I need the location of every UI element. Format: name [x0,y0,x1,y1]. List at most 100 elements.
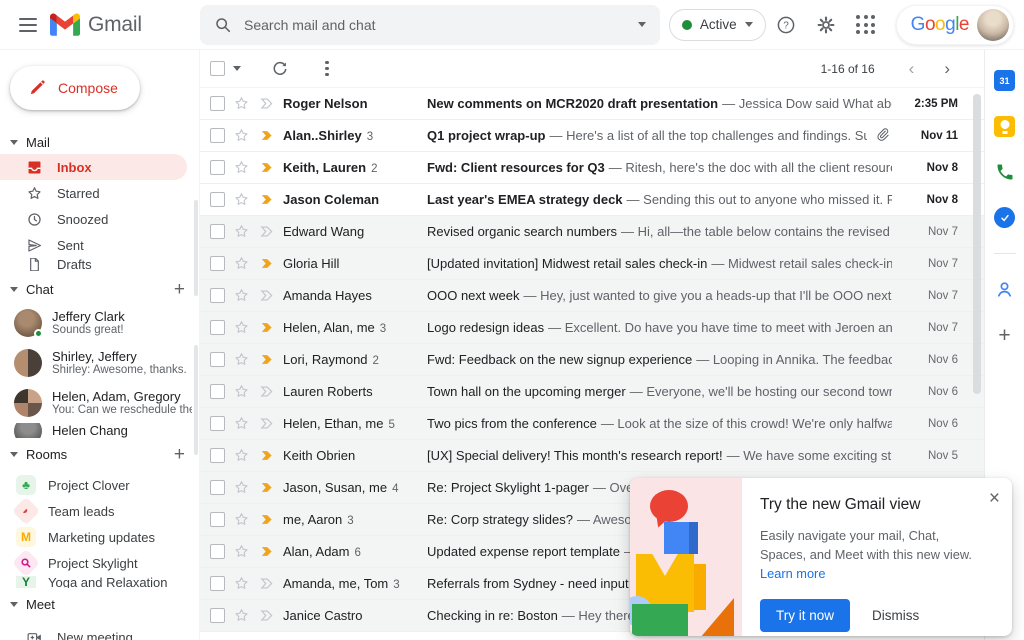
importance-icon[interactable] [258,95,275,112]
importance-icon[interactable] [258,415,275,432]
close-icon[interactable]: × [989,488,1000,510]
sidebar-item-sent[interactable]: Sent [0,232,187,258]
email-checkbox[interactable] [210,96,225,111]
meet-section-header[interactable]: Meet [0,592,199,616]
importance-icon[interactable] [258,287,275,304]
tasks-icon[interactable] [994,207,1015,228]
star-icon[interactable] [233,383,250,400]
importance-icon[interactable] [258,223,275,240]
add-room-button[interactable]: + [174,445,185,464]
dismiss-button[interactable]: Dismiss [872,608,919,623]
older-page-button[interactable]: › [934,60,960,77]
star-icon[interactable] [233,479,250,496]
email-checkbox[interactable] [210,160,225,175]
settings-button[interactable] [806,5,846,45]
email-row[interactable]: Keith, Lauren2 Fwd: Client resources for… [200,152,984,184]
email-checkbox[interactable] [210,384,225,399]
email-row[interactable]: Helen, Alan, me3 Logo redesign ideas— Ex… [200,312,984,344]
email-row[interactable]: Jason Coleman Last year's EMEA strategy … [200,184,984,216]
star-icon[interactable] [233,415,250,432]
hamburger-menu-button[interactable] [8,5,48,45]
select-caret-icon[interactable] [233,66,241,71]
email-checkbox[interactable] [210,352,225,367]
email-row[interactable]: Keith Obrien [UX] Special delivery! This… [200,440,984,472]
email-checkbox[interactable] [210,320,225,335]
star-icon[interactable] [233,447,250,464]
chat-section-header[interactable]: Chat + [0,277,199,301]
star-icon[interactable] [233,575,250,592]
email-row[interactable]: Helen, Ethan, me5 Two pics from the conf… [200,408,984,440]
email-row[interactable]: Roger Nelson New comments on MCR2020 dra… [200,88,984,120]
compose-button[interactable]: Compose [10,66,140,110]
phone-icon[interactable] [995,162,1015,182]
email-checkbox[interactable] [210,128,225,143]
email-checkbox[interactable] [210,448,225,463]
status-selector[interactable]: Active [669,9,766,41]
email-row[interactable]: Alan..Shirley3 Q1 project wrap-up— Here'… [200,120,984,152]
star-icon[interactable] [233,543,250,560]
search-input[interactable] [244,17,626,33]
star-icon[interactable] [233,287,250,304]
more-options-button[interactable] [319,61,335,77]
email-checkbox[interactable] [210,256,225,271]
star-icon[interactable] [233,127,250,144]
sidebar-item-starred[interactable]: Starred [0,180,187,206]
star-icon[interactable] [233,351,250,368]
add-chat-button[interactable]: + [174,280,185,299]
calendar-icon[interactable]: 31 [994,70,1015,91]
help-button[interactable]: ? [766,5,806,45]
star-icon[interactable] [233,223,250,240]
room-item[interactable]: ◗ Team leads [0,498,199,524]
importance-icon[interactable] [258,191,275,208]
rooms-section-header[interactable]: Rooms + [0,442,199,466]
sidebar-scrollbar[interactable] [194,345,198,455]
get-addons-button[interactable]: + [998,325,1010,346]
email-checkbox[interactable] [210,224,225,239]
user-avatar[interactable] [977,9,1009,41]
sidebar-item-drafts[interactable]: Drafts [0,258,187,271]
sidebar-scrollbar[interactable] [194,200,198,296]
chat-item[interactable]: Helen, Adam, Gregory You: Can we resched… [0,384,199,421]
learn-more-link[interactable]: Learn more [760,566,825,581]
email-checkbox[interactable] [210,192,225,207]
search-bar[interactable] [200,5,660,45]
keep-icon[interactable] [994,116,1015,137]
try-it-now-button[interactable]: Try it now [760,599,850,632]
email-checkbox[interactable] [210,416,225,431]
email-checkbox[interactable] [210,480,225,495]
mail-scrollbar[interactable] [973,94,981,394]
star-icon[interactable] [233,191,250,208]
importance-icon[interactable] [258,319,275,336]
email-checkbox[interactable] [210,576,225,591]
apps-grid-button[interactable] [846,5,886,45]
email-checkbox[interactable] [210,288,225,303]
importance-icon[interactable] [258,159,275,176]
sidebar-item-new-meeting[interactable]: New meeting [0,624,187,640]
importance-icon[interactable] [258,351,275,368]
star-icon[interactable] [233,159,250,176]
email-row[interactable]: Lori, Raymond2 Fwd: Feedback on the new … [200,344,984,376]
email-checkbox[interactable] [210,512,225,527]
sidebar-item-snoozed[interactable]: Snoozed [0,206,187,232]
importance-icon[interactable] [258,479,275,496]
importance-icon[interactable] [258,447,275,464]
select-all-checkbox[interactable] [210,61,225,76]
chat-item[interactable]: Helen Chang [0,423,199,438]
room-item[interactable]: Y Yoga and Relaxation [0,576,199,588]
email-row[interactable]: Edward Wang Revised organic search numbe… [200,216,984,248]
chat-item[interactable]: Jeffery Clark Sounds great! [0,304,199,341]
star-icon[interactable] [233,255,250,272]
mail-section-header[interactable]: Mail [0,130,199,154]
email-row[interactable]: Lauren Roberts Town hall on the upcoming… [200,376,984,408]
search-icon[interactable] [214,16,232,34]
importance-icon[interactable] [258,575,275,592]
importance-icon[interactable] [258,383,275,400]
importance-icon[interactable] [258,255,275,272]
email-checkbox[interactable] [210,608,225,623]
importance-icon[interactable] [258,543,275,560]
refresh-button[interactable] [271,60,289,78]
room-item[interactable]: M Marketing updates [0,524,199,550]
email-row[interactable]: Gloria Hill [Updated invitation] Midwest… [200,248,984,280]
email-checkbox[interactable] [210,544,225,559]
room-item[interactable]: ⚲ Project Skylight [0,550,199,576]
